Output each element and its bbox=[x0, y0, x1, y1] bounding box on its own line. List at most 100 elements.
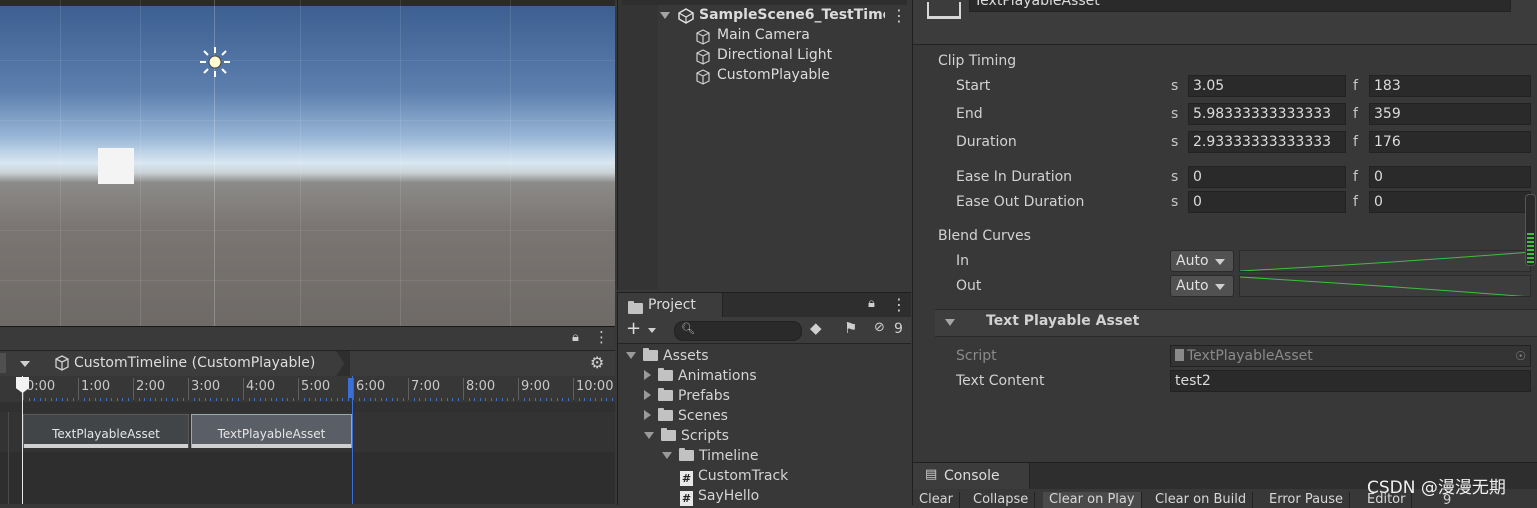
end-marker-handle[interactable] bbox=[348, 378, 353, 398]
chevron-down-icon[interactable] bbox=[662, 452, 672, 459]
frames-unit: f bbox=[1353, 169, 1358, 185]
frames-field[interactable]: 0 bbox=[1369, 166, 1531, 188]
ruler-tick-label: 2:00 bbox=[136, 379, 166, 394]
project-item[interactable]: Assets bbox=[626, 348, 709, 364]
frames-field[interactable]: 183 bbox=[1369, 75, 1531, 97]
lock-icon[interactable]: 🔒︎ bbox=[868, 296, 875, 311]
seconds-field[interactable]: 3.05 bbox=[1188, 75, 1346, 97]
ruler-minor-tick bbox=[534, 398, 536, 401]
ruler-minor-tick bbox=[89, 398, 90, 401]
project-item[interactable]: # SayHello bbox=[680, 488, 759, 506]
console-button[interactable]: Error Pause bbox=[1263, 492, 1351, 508]
ruler-minor-tick bbox=[342, 398, 343, 401]
blend-out-label: Out bbox=[956, 278, 982, 294]
ruler-minor-tick bbox=[177, 398, 178, 401]
hierarchy-toolbar bbox=[622, 0, 907, 5]
ruler-minor-tick bbox=[34, 398, 35, 401]
text-content-field[interactable]: test2 bbox=[1170, 370, 1531, 392]
grid-line bbox=[60, 0, 61, 326]
blend-out-dropdown[interactable]: Auto bbox=[1170, 275, 1234, 297]
scene-cube[interactable] bbox=[98, 148, 134, 184]
blend-out-curve[interactable] bbox=[1239, 275, 1531, 297]
chevron-right-icon[interactable] bbox=[644, 410, 651, 420]
timing-label: End bbox=[956, 106, 983, 122]
project-item-label: Scenes bbox=[678, 408, 728, 424]
blend-in-curve[interactable] bbox=[1239, 250, 1531, 272]
ruler-tick-label: 3:00 bbox=[191, 379, 221, 394]
time-ruler[interactable]: 0:00 1:00 2:00 3:00 4:00 5:00 6:00 7:00 8:00 9:00… bbox=[0, 376, 624, 403]
ruler-minor-tick bbox=[479, 398, 481, 401]
ruler-minor-tick bbox=[413, 398, 415, 401]
chevron-down-icon[interactable] bbox=[20, 361, 30, 367]
chevron-down-icon[interactable] bbox=[648, 328, 656, 333]
ruler-minor-tick bbox=[567, 398, 569, 401]
toolbar-button[interactable] bbox=[0, 353, 6, 373]
ruler-tick-line bbox=[133, 378, 134, 400]
scrollbar[interactable] bbox=[1525, 194, 1536, 266]
more-menu-icon[interactable]: ⋮ bbox=[594, 328, 609, 346]
hidden-packages-icon[interactable]: ⊘ bbox=[874, 320, 885, 335]
ruler-tick-line bbox=[78, 378, 79, 400]
add-icon[interactable]: + bbox=[626, 318, 641, 339]
seconds-field[interactable]: 5.98333333333333 bbox=[1188, 103, 1346, 125]
asset-name-field[interactable]: TextPlayableAsset bbox=[969, 0, 1511, 12]
seconds-field[interactable]: 0 bbox=[1188, 166, 1346, 188]
ruler-tick-line bbox=[188, 378, 189, 400]
lock-icon[interactable]: 🔒︎ bbox=[572, 330, 579, 345]
clip-timing-heading: Clip Timing bbox=[938, 53, 1017, 69]
ruler-tick-label: 6:00 bbox=[356, 379, 386, 394]
timeline-clip-selected[interactable]: TextPlayableAsset bbox=[191, 414, 352, 448]
ruler-minor-tick bbox=[562, 398, 563, 401]
console-tab[interactable]: ▤ Console bbox=[913, 463, 1030, 489]
seconds-field[interactable]: 0 bbox=[1188, 191, 1346, 213]
seconds-unit: s bbox=[1171, 169, 1179, 185]
script-file-icon bbox=[1175, 349, 1184, 361]
label-tag-icon[interactable]: ⚑ bbox=[844, 319, 857, 337]
console-button[interactable]: Clear on Build bbox=[1149, 492, 1254, 508]
timeline-clip[interactable]: TextPlayableAsset bbox=[23, 414, 189, 448]
console-button[interactable]: Clear on Play bbox=[1043, 492, 1142, 508]
project-tab[interactable]: Project bbox=[618, 293, 723, 317]
ruler-minor-tick bbox=[276, 398, 277, 401]
ruler-minor-tick bbox=[584, 398, 585, 401]
project-item[interactable]: Scenes bbox=[644, 408, 728, 424]
search-input[interactable]: 🔍︎ bbox=[674, 321, 802, 341]
project-item[interactable]: Timeline bbox=[662, 448, 759, 464]
search-icon: 🔍︎ bbox=[681, 322, 695, 335]
ruler-minor-tick bbox=[149, 398, 151, 401]
scene-toolbar bbox=[0, 0, 615, 6]
frames-field[interactable]: 0 bbox=[1369, 191, 1531, 213]
blend-in-value: Auto bbox=[1176, 253, 1209, 269]
project-item[interactable]: # CustomTrack bbox=[680, 468, 788, 486]
project-item[interactable]: Prefabs bbox=[644, 388, 730, 404]
gear-icon[interactable]: ⚙ bbox=[590, 353, 604, 372]
project-item[interactable]: Animations bbox=[644, 368, 757, 384]
frames-field[interactable]: 359 bbox=[1369, 103, 1531, 125]
component-header[interactable]: Text Playable Asset bbox=[935, 309, 1537, 337]
chevron-down-icon[interactable] bbox=[945, 319, 955, 326]
scene-view[interactable] bbox=[0, 0, 615, 326]
ruler-minor-tick bbox=[501, 398, 503, 401]
blend-in-dropdown[interactable]: Auto bbox=[1170, 250, 1234, 272]
scrollbar-thumb[interactable] bbox=[1527, 233, 1534, 263]
project-item-label: CustomTrack bbox=[698, 468, 789, 484]
more-menu-icon[interactable]: ⋮ bbox=[891, 295, 907, 314]
chevron-right-icon[interactable] bbox=[644, 390, 651, 400]
more-menu-icon[interactable]: ⋮ bbox=[891, 6, 907, 25]
project-item[interactable]: Scripts bbox=[644, 428, 729, 444]
scene-name[interactable]: SampleScene6_TestTime bbox=[699, 7, 885, 23]
timeline-asset-label[interactable]: CustomTimeline (CustomPlayable) bbox=[74, 355, 315, 371]
filter-by-type-icon[interactable]: ◆ bbox=[810, 319, 822, 337]
directional-light-icon[interactable] bbox=[199, 46, 231, 78]
ruler-minor-tick bbox=[507, 398, 508, 401]
script-value: TextPlayableAsset bbox=[1187, 348, 1313, 364]
chevron-down-icon[interactable] bbox=[626, 352, 636, 359]
console-button[interactable]: Clear bbox=[913, 492, 960, 508]
grid-line bbox=[400, 0, 401, 326]
frames-field[interactable]: 176 bbox=[1369, 131, 1531, 153]
chevron-right-icon[interactable] bbox=[644, 370, 651, 380]
console-button[interactable]: Collapse bbox=[967, 492, 1036, 508]
seconds-field[interactable]: 2.93333333333333 bbox=[1188, 131, 1346, 153]
chevron-down-icon[interactable] bbox=[644, 432, 654, 439]
chevron-down-icon[interactable] bbox=[660, 12, 670, 19]
